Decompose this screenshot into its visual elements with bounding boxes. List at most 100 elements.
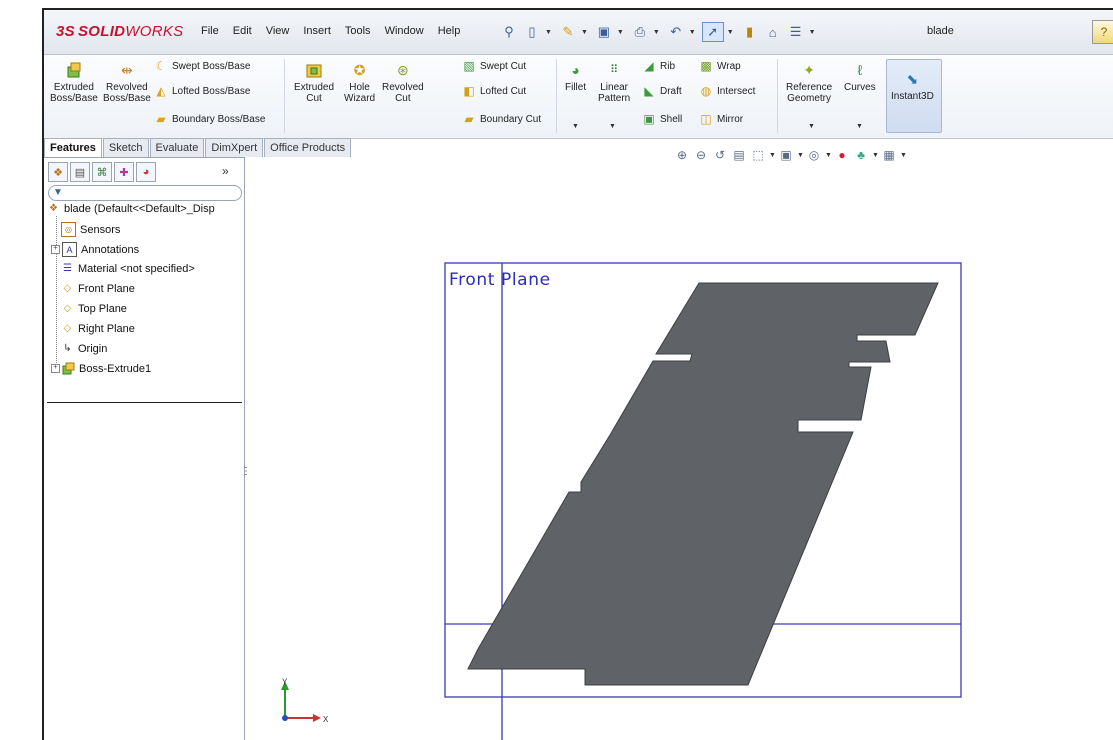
display-manager-icon[interactable]: ◕ <box>136 162 156 182</box>
lofted-boss-button[interactable]: ◭ Lofted Boss/Base <box>154 84 250 98</box>
tab-evaluate[interactable]: Evaluate <box>149 138 205 157</box>
configuration-manager-icon[interactable]: ⌘ <box>92 162 112 182</box>
more-tabs-icon[interactable]: » <box>222 164 229 178</box>
select-cursor-icon[interactable]: ➚ <box>701 22 724 42</box>
open-folder-icon[interactable]: ✎ <box>558 23 578 41</box>
boundary-boss-button[interactable]: ▰ Boundary Boss/Base <box>154 112 265 126</box>
swept-boss-button[interactable]: ☾ Swept Boss/Base <box>154 59 251 73</box>
menu-help[interactable]: Help <box>431 25 468 37</box>
tree-item-boss-extrude1[interactable]: + Boss-Extrude1 <box>51 362 151 375</box>
shell-button[interactable]: ▣ Shell <box>642 112 682 126</box>
menu-window[interactable]: Window <box>378 25 431 37</box>
tree-item-top-plane[interactable]: ◇ Top Plane <box>61 302 127 315</box>
undo-dropdown-arrow[interactable]: ▼ <box>689 29 696 36</box>
tab-features[interactable]: Features <box>44 138 102 158</box>
reference-geometry-button[interactable]: ✦ Reference Geometry <box>786 61 832 105</box>
pin-icon[interactable]: ⚲ <box>499 23 519 41</box>
heads-up-view-toolbar: ⊕ ⊖ ↺ ▤ ⬚ ▼ ▣ ▼ ◎ ▼ ● ♣ ▼ ▦ ▼ <box>674 148 907 162</box>
tree-item-front-plane[interactable]: ◇ Front Plane <box>61 282 135 295</box>
mirror-button[interactable]: ◫ Mirror <box>699 112 743 126</box>
intersect-button[interactable]: ◍ Intersect <box>699 84 756 98</box>
hide-show-dropdown-arrow[interactable]: ▼ <box>825 152 832 159</box>
save-icon[interactable]: ▣ <box>594 23 614 41</box>
feature-manager-icon[interactable]: ❖ <box>48 162 68 182</box>
section-view-icon[interactable]: ▤ <box>731 148 747 162</box>
extruded-cut-icon <box>305 61 323 79</box>
help-search-icon[interactable]: ? <box>1092 20 1113 44</box>
view-settings-dropdown-arrow[interactable]: ▼ <box>900 152 907 159</box>
fillet-button[interactable]: ◕ Fillet <box>565 61 586 94</box>
menu-file[interactable]: File <box>194 25 226 37</box>
menu-edit[interactable]: Edit <box>226 25 259 37</box>
tree-item-material[interactable]: ☰ Material <not specified> <box>61 262 195 275</box>
print-icon[interactable]: ⎙ <box>630 23 650 41</box>
new-document-icon[interactable]: ▯ <box>522 23 542 41</box>
linear-pattern-button[interactable]: ⠿ Linear Pattern <box>598 61 630 104</box>
zoom-to-fit-icon[interactable]: ⊕ <box>674 148 690 162</box>
property-manager-icon[interactable]: ▤ <box>70 162 90 182</box>
draft-button[interactable]: ◣ Draft <box>642 84 681 98</box>
previous-view-icon[interactable]: ↺ <box>712 148 728 162</box>
tab-office-products[interactable]: Office Products <box>264 138 352 157</box>
file-properties-icon[interactable]: ⌂ <box>763 23 783 41</box>
tree-item-label: Material <not specified> <box>78 262 195 275</box>
reference-geometry-dropdown-arrow[interactable]: ▼ <box>808 123 815 130</box>
lofted-cut-button[interactable]: ◧ Lofted Cut <box>462 84 526 98</box>
select-dropdown-arrow[interactable]: ▼ <box>727 29 734 36</box>
open-dropdown-arrow[interactable]: ▼ <box>581 29 588 36</box>
view-orientation-dropdown-arrow[interactable]: ▼ <box>769 152 776 159</box>
curves-dropdown-arrow[interactable]: ▼ <box>856 123 863 130</box>
expand-icon[interactable]: + <box>51 245 60 254</box>
print-dropdown-arrow[interactable]: ▼ <box>653 29 660 36</box>
display-style-icon[interactable]: ▣ <box>778 148 794 162</box>
linear-pattern-label-2: Pattern <box>598 93 631 104</box>
tree-root-blade[interactable]: ❖ blade (Default<<Default>_Disp <box>47 202 215 215</box>
zoom-to-area-icon[interactable]: ⊖ <box>693 148 709 162</box>
save-dropdown-arrow[interactable]: ▼ <box>617 29 624 36</box>
tree-item-right-plane[interactable]: ◇ Right Plane <box>61 322 135 335</box>
menu-view[interactable]: View <box>259 25 297 37</box>
panel-splitter-handle[interactable]: ⋮ <box>241 456 251 486</box>
blade-part[interactable] <box>467 282 939 686</box>
linear-pattern-label-1: Linear <box>600 82 629 93</box>
tree-item-annotations[interactable]: + A Annotations <box>51 242 139 257</box>
revolved-boss-button[interactable]: ⇹ Revolved Boss/Base <box>103 61 151 105</box>
part-icon: ❖ <box>49 203 58 214</box>
apply-scene-dropdown-arrow[interactable]: ▼ <box>872 152 879 159</box>
tab-sketch[interactable]: Sketch <box>102 138 149 157</box>
expand-icon[interactable]: + <box>51 364 60 373</box>
solidworks-logo[interactable]: 3S SOLIDWORKS <box>56 23 183 40</box>
view-orientation-icon[interactable]: ⬚ <box>750 148 766 162</box>
instant3d-button[interactable]: ⬊ Instant3D <box>886 59 942 133</box>
options-icon[interactable]: ☰ <box>786 23 806 41</box>
new-dropdown-arrow[interactable]: ▼ <box>545 29 552 36</box>
menu-tools[interactable]: Tools <box>338 25 378 37</box>
hole-wizard-button[interactable]: ✪ Hole Wizard <box>344 61 375 105</box>
tree-item-label: Annotations <box>81 243 140 256</box>
undo-icon[interactable]: ↶ <box>666 23 686 41</box>
tab-dimxpert[interactable]: DimXpert <box>205 138 264 157</box>
rebuild-icon[interactable]: ▮ <box>740 23 760 41</box>
extruded-cut-button[interactable]: Extruded Cut <box>294 61 334 104</box>
apply-scene-icon[interactable]: ♣ <box>853 148 869 162</box>
hide-show-items-icon[interactable]: ◎ <box>806 148 822 162</box>
display-style-dropdown-arrow[interactable]: ▼ <box>797 152 804 159</box>
wrap-button[interactable]: ▩ Wrap <box>699 59 740 73</box>
feature-tree-filter[interactable]: ▼ <box>48 185 242 201</box>
dimxpert-manager-icon[interactable]: ✚ <box>114 162 134 182</box>
boundary-cut-button[interactable]: ▰ Boundary Cut <box>462 112 541 126</box>
edit-appearance-icon[interactable]: ● <box>834 148 850 162</box>
graphics-area[interactable]: Front Plane Y X <box>245 158 1113 740</box>
menu-insert[interactable]: Insert <box>296 25 338 37</box>
rib-button[interactable]: ◢ Rib <box>642 59 675 73</box>
linear-pattern-dropdown-arrow[interactable]: ▼ <box>609 123 616 130</box>
extruded-boss-button[interactable]: Extruded Boss/Base <box>50 61 98 104</box>
swept-cut-button[interactable]: ▧ Swept Cut <box>462 59 526 73</box>
tree-item-origin[interactable]: ↳ Origin <box>61 342 107 355</box>
options-dropdown-arrow[interactable]: ▼ <box>809 29 816 36</box>
revolved-cut-button[interactable]: ⊛ Revolved Cut <box>382 61 424 105</box>
fillet-dropdown-arrow[interactable]: ▼ <box>572 123 579 130</box>
curves-button[interactable]: ℓ Curves <box>844 61 876 94</box>
tree-item-sensors[interactable]: ◎ Sensors <box>61 222 120 237</box>
view-settings-icon[interactable]: ▦ <box>881 148 897 162</box>
